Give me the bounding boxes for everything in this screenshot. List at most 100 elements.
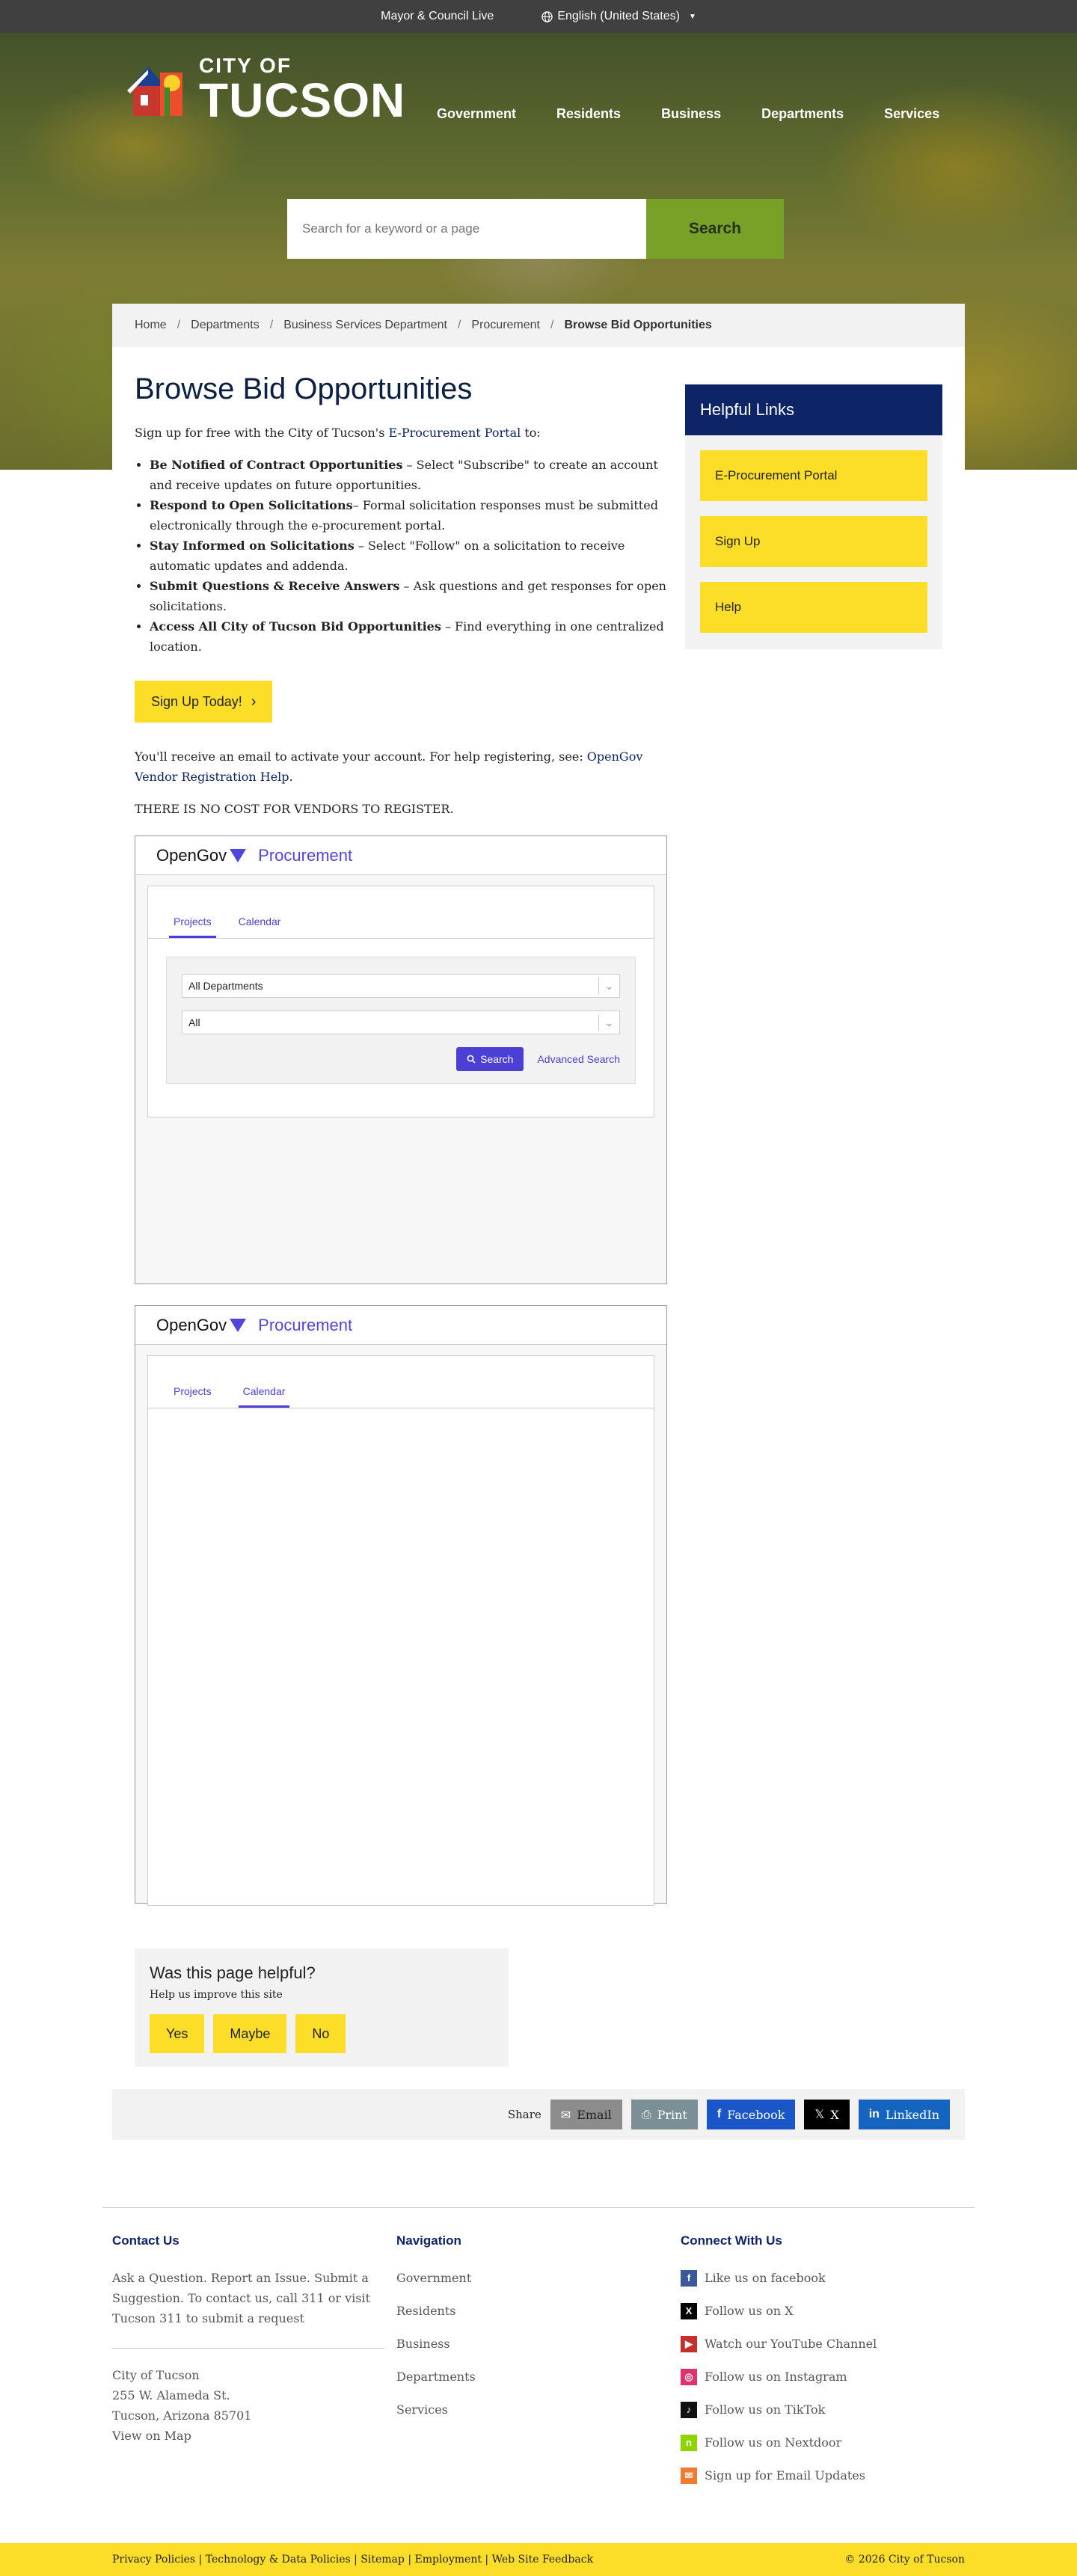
footer-contact-title: Contact Us — [112, 2233, 180, 2248]
breadcrumb-departments[interactable]: Departments — [191, 319, 260, 332]
department-select[interactable]: All Departments ⌄ — [182, 974, 620, 998]
breadcrumb-separator: / — [550, 319, 554, 331]
social-label: Watch our YouTube Channel — [705, 2337, 877, 2351]
bullet-heading: Be Notified of Contract Opportunities — [150, 458, 403, 472]
breadcrumb-business-services[interactable]: Business Services Department — [283, 319, 447, 332]
site-search: Search — [287, 199, 784, 259]
list-item: Respond to Open Solicitations– Formal so… — [150, 495, 667, 536]
sidebar: Helpful Links E-Procurement Portal Sign … — [685, 347, 942, 1904]
tab-calendar[interactable]: Calendar — [239, 916, 281, 938]
intro-text: Sign up for free with the City of Tucson… — [135, 426, 389, 440]
site-footer: Contact Us Ask a Question. Report an Iss… — [102, 2207, 975, 2543]
opengov-logo: OpenGov — [156, 845, 247, 865]
share-email-button[interactable]: ✉ Email — [550, 2100, 622, 2129]
main-nav: Government Residents Business Department… — [437, 106, 939, 122]
social-tiktok-link[interactable]: ♪ Follow us on TikTok — [681, 2399, 965, 2420]
footer-nav-title: Navigation — [396, 2233, 461, 2248]
opengov-header: OpenGov Procurement — [135, 1306, 666, 1345]
embed-search-button[interactable]: Search — [456, 1047, 524, 1071]
helpful-link-e-procurement[interactable]: E-Procurement Portal — [700, 450, 927, 501]
x-logo-icon: 𝕏 — [814, 2109, 825, 2121]
projects-panel: Projects Calendar All Departments ⌄ All ⌄ … — [147, 886, 654, 1117]
share-print-label: Print — [657, 2107, 687, 2122]
view-on-map-link[interactable]: View on Map — [112, 2429, 191, 2443]
breadcrumb-home[interactable]: Home — [135, 319, 167, 332]
address-line: City of Tucson — [112, 2368, 200, 2382]
social-facebook-link[interactable]: f Like us on facebook — [681, 2268, 965, 2288]
bottom-bar: Privacy Policies | Technology & Data Pol… — [0, 2543, 1077, 2576]
chevron-right-icon: › — [251, 693, 257, 710]
feedback-yes-button[interactable]: Yes — [150, 2014, 205, 2053]
sign-up-button[interactable]: Sign Up Today! › — [135, 681, 273, 723]
nav-item-business[interactable]: Business — [661, 106, 721, 122]
footer-divider — [112, 2348, 384, 2349]
tab-calendar[interactable]: Calendar — [238, 1385, 290, 1408]
language-selector[interactable]: English (United States) ▼ — [541, 10, 696, 23]
tab-projects[interactable]: Projects — [169, 1385, 216, 1408]
feedback-maybe-button[interactable]: Maybe — [213, 2014, 287, 2053]
share-linkedin-label: LinkedIn — [885, 2107, 939, 2122]
x-logo-icon: X — [681, 2302, 697, 2319]
opengov-brand: OpenGov — [156, 845, 227, 865]
nav-item-residents[interactable]: Residents — [556, 106, 621, 122]
printer-icon: ⎙ — [641, 2107, 651, 2121]
copyright: © 2026 City of Tucson — [844, 2554, 965, 2566]
social-x-link[interactable]: X Follow us on X — [681, 2301, 965, 2321]
nav-item-departments[interactable]: Departments — [761, 106, 844, 122]
search-input[interactable] — [287, 199, 646, 259]
helpful-links-title: Helpful Links — [685, 384, 942, 435]
policy-links[interactable]: Privacy Policies | Technology & Data Pol… — [112, 2554, 593, 2566]
caret-down-icon: ▼ — [688, 12, 696, 21]
helpful-links: Helpful Links E-Procurement Portal Sign … — [685, 384, 942, 649]
share-label: Share — [507, 2108, 541, 2121]
social-instagram-link[interactable]: ◎ Follow us on Instagram — [681, 2367, 965, 2387]
share-x-button[interactable]: 𝕏X — [804, 2100, 850, 2129]
calendar-panel: Projects Calendar — [147, 1355, 654, 1906]
footer-nav-government[interactable]: Government — [396, 2268, 681, 2288]
bullet-heading: Stay Informed on Solicitations — [150, 539, 355, 553]
helpful-link-sign-up[interactable]: Sign Up — [700, 516, 927, 567]
feedback-no-button[interactable]: No — [295, 2014, 346, 2053]
tucson-311-link[interactable]: Tucson 311 to submit a request — [112, 2311, 304, 2325]
nextdoor-icon: n — [681, 2434, 697, 2451]
social-nextdoor-link[interactable]: n Follow us on Nextdoor — [681, 2432, 965, 2453]
utility-bar: Mayor & Council Live English (United Sta… — [0, 0, 1077, 33]
logo-big-text: TUCSON — [199, 73, 406, 127]
nav-item-services[interactable]: Services — [884, 106, 939, 122]
breadcrumb-procurement[interactable]: Procurement — [471, 319, 540, 332]
advanced-search-link[interactable]: Advanced Search — [537, 1053, 620, 1065]
address-line: Tucson, Arizona 85701 — [112, 2408, 252, 2423]
list-item: Submit Questions & Receive Answers – Ask… — [150, 576, 667, 616]
social-youtube-link[interactable]: ▶ Watch our YouTube Channel — [681, 2334, 965, 2354]
footer-nav-services[interactable]: Services — [396, 2399, 681, 2420]
tiktok-icon: ♪ — [681, 2401, 697, 2418]
list-item: Stay Informed on Solicitations – Select … — [150, 536, 667, 576]
social-email-updates-link[interactable]: ✉ Sign up for Email Updates — [681, 2465, 965, 2485]
contact-text: Ask a Question. Report an Issue. Submit … — [112, 2268, 396, 2328]
share-print-button[interactable]: ⎙ Print — [630, 2100, 698, 2129]
helpful-link-help[interactable]: Help — [700, 582, 927, 633]
tab-projects[interactable]: Projects — [169, 916, 216, 938]
breadcrumb-separator: / — [177, 319, 181, 331]
share-linkedin-button[interactable]: in LinkedIn — [858, 2100, 950, 2129]
footer-navigation: Navigation Government Residents Business… — [396, 2233, 681, 2498]
footer-nav-residents[interactable]: Residents — [396, 2301, 681, 2321]
search-icon — [467, 1055, 476, 1064]
department-select-value: All Departments — [188, 980, 263, 992]
social-label: Follow us on Nextdoor — [705, 2435, 842, 2450]
nav-item-government[interactable]: Government — [437, 106, 516, 122]
envelope-icon: ✉ — [560, 2107, 571, 2122]
search-button[interactable]: Search — [646, 199, 784, 259]
breadcrumb-current: Browse Bid Opportunities — [564, 319, 712, 331]
mayor-council-live-link[interactable]: Mayor & Council Live — [381, 10, 494, 23]
share-facebook-button[interactable]: f Facebook — [706, 2100, 796, 2129]
status-select[interactable]: All ⌄ — [182, 1011, 620, 1034]
contact-text-body: Ask a Question. Report an Issue. Submit … — [112, 2271, 370, 2305]
city-logo[interactable]: CITY OF TUCSON — [126, 55, 405, 124]
social-label: Follow us on Instagram — [705, 2370, 847, 2384]
no-cost-notice: THERE IS NO COST FOR VENDORS TO REGISTER… — [135, 802, 454, 816]
footer-nav-departments[interactable]: Departments — [396, 2367, 681, 2387]
e-procurement-portal-link[interactable]: E-Procurement Portal — [388, 426, 521, 440]
footer-nav-business[interactable]: Business — [396, 2334, 681, 2354]
feedback-subtitle: Help us improve this site — [150, 1989, 283, 2001]
